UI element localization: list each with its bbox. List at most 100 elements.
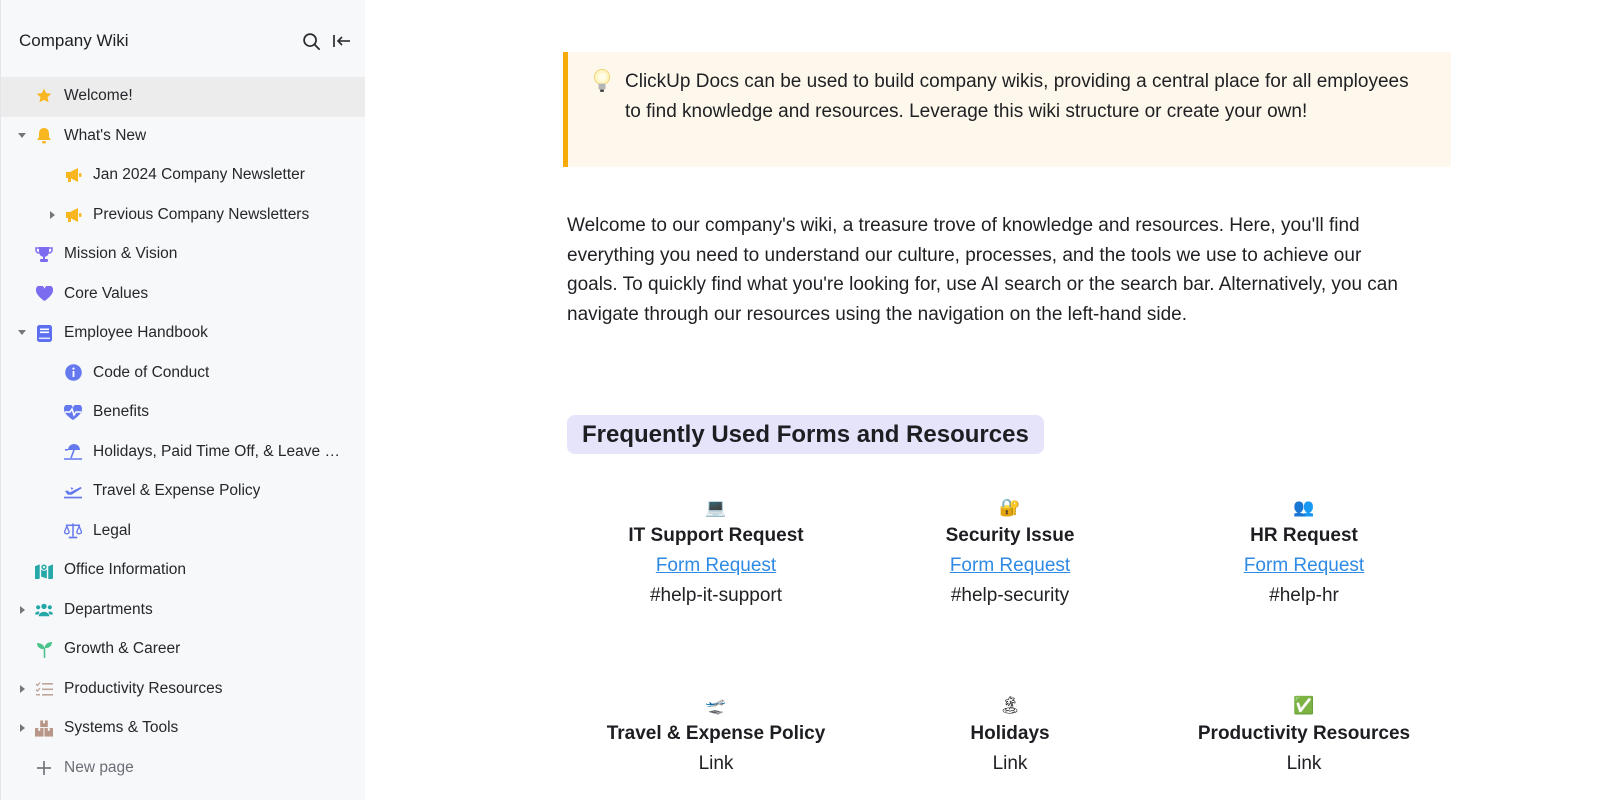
trophy-icon bbox=[35, 245, 53, 263]
sidebar-item-label: Departments bbox=[64, 600, 153, 618]
book-icon bbox=[35, 324, 53, 342]
bell-icon bbox=[35, 127, 53, 145]
sidebar-item-label: Code of Conduct bbox=[93, 363, 210, 381]
wiki-title: Company Wiki bbox=[19, 31, 129, 50]
chevron-right-icon[interactable] bbox=[20, 724, 25, 732]
sidebar-item-label: Mission & Vision bbox=[64, 245, 178, 262]
sidebar-item-label: Growth & Career bbox=[64, 640, 181, 657]
chevron-right-icon[interactable] bbox=[20, 684, 25, 693]
chevron-right-icon[interactable] bbox=[50, 210, 55, 219]
sidebar-header: Company Wiki bbox=[1, 0, 365, 76]
laptop-icon: 💻 bbox=[705, 498, 727, 517]
lightbulb-icon bbox=[591, 68, 613, 94]
airplane-icon bbox=[64, 482, 82, 500]
sidebar-item-office-information[interactable]: Office Information bbox=[1, 551, 365, 591]
heartbeat-icon bbox=[64, 403, 82, 421]
chevron-down-icon[interactable] bbox=[18, 132, 26, 138]
star-icon bbox=[35, 87, 53, 105]
sidebar-item-systems-tools[interactable]: Systems & Tools bbox=[1, 709, 365, 749]
sidebar-item-label: Welcome! bbox=[64, 87, 133, 104]
plus-icon bbox=[35, 759, 53, 777]
checklist-icon bbox=[35, 680, 53, 698]
lock-key-icon: 🔐 bbox=[999, 498, 1021, 517]
collapse-sidebar-button[interactable] bbox=[331, 30, 353, 52]
megaphone-icon bbox=[64, 166, 82, 184]
sidebar-item-label: Legal bbox=[93, 521, 131, 539]
sidebar-item-benefits[interactable]: Benefits bbox=[1, 393, 365, 433]
island-icon: 🏝 bbox=[999, 696, 1021, 715]
chevron-down-icon[interactable] bbox=[18, 330, 26, 335]
beach-umbrella-icon bbox=[64, 443, 82, 461]
resource-title: Security Issue bbox=[945, 525, 1075, 546]
info-icon bbox=[64, 364, 82, 382]
sidebar-item-label: Benefits bbox=[93, 403, 150, 420]
form-request-link[interactable]: Form Request bbox=[1157, 551, 1451, 581]
document-body: ClickUp Docs can be used to build compan… bbox=[364, 0, 1600, 800]
chevron-right-icon[interactable] bbox=[20, 605, 25, 614]
heart-icon bbox=[35, 285, 53, 303]
map-icon bbox=[35, 561, 53, 579]
megaphone-icon bbox=[64, 206, 82, 224]
sidebar-item-label: Systems & Tools bbox=[64, 719, 179, 736]
sidebar-item-label: Travel & Expense Policy bbox=[93, 482, 261, 499]
resource-card: 🛫 Travel & Expense Policy Link bbox=[569, 695, 863, 779]
airplane-departure-icon: 🛫 bbox=[705, 696, 727, 715]
resource-link[interactable]: Link bbox=[1157, 749, 1451, 779]
resource-title: Productivity Resources bbox=[1197, 723, 1411, 744]
sidebar-item-label: Productivity Resources bbox=[64, 679, 223, 697]
sidebar-item-label: Jan 2024 Company Newsletter bbox=[93, 166, 305, 183]
collapse-sidebar-icon bbox=[333, 35, 350, 47]
callout-block: ClickUp Docs can be used to build compan… bbox=[563, 52, 1451, 167]
sidebar-item-whats-new[interactable]: What's New bbox=[1, 117, 365, 157]
resource-title: Travel & Expense Policy bbox=[606, 723, 826, 744]
resource-card: 👥 HR Request Form Request #help-hr bbox=[1157, 497, 1451, 611]
sidebar-item-core-values[interactable]: Core Values bbox=[1, 275, 365, 315]
sprout-icon bbox=[35, 640, 53, 658]
callout-text: ClickUp Docs can be used to build compan… bbox=[625, 71, 1409, 122]
sidebar-nav: Welcome! What's New Jan 2024 Company New… bbox=[1, 77, 365, 788]
sidebar-item-travel-expense[interactable]: Travel & Expense Policy bbox=[1, 472, 365, 512]
boxes-icon bbox=[35, 719, 53, 737]
sidebar: Company Wiki Welcome! What's New Jan 202… bbox=[0, 0, 365, 800]
sidebar-item-legal[interactable]: Legal bbox=[1, 512, 365, 552]
sidebar-item-mission-vision[interactable]: Mission & Vision bbox=[1, 235, 365, 275]
users-icon bbox=[35, 601, 53, 619]
sidebar-item-departments[interactable]: Departments bbox=[1, 591, 365, 631]
new-page-label: New page bbox=[64, 758, 134, 776]
resource-title: HR Request bbox=[1250, 525, 1358, 546]
sidebar-item-welcome[interactable]: Welcome! bbox=[1, 77, 365, 117]
new-page-button[interactable]: New page bbox=[1, 749, 365, 789]
resource-link[interactable]: Link bbox=[863, 749, 1157, 779]
form-request-link[interactable]: Form Request bbox=[863, 551, 1157, 581]
sidebar-item-productivity-resources[interactable]: Productivity Resources bbox=[1, 670, 365, 710]
sidebar-item-label: What's New bbox=[64, 126, 147, 144]
channel-tag: #help-it-support bbox=[649, 585, 783, 606]
sidebar-item-code-of-conduct[interactable]: Code of Conduct bbox=[1, 354, 365, 394]
resource-card: 🔐 Security Issue Form Request #help-secu… bbox=[863, 497, 1157, 611]
sidebar-item-holidays-pto[interactable]: Holidays, Paid Time Off, & Leave Policy bbox=[1, 433, 365, 473]
intro-paragraph: Welcome to our company's wiki, a treasur… bbox=[567, 215, 1398, 325]
sidebar-item-label: Office Information bbox=[64, 561, 187, 578]
sidebar-item-label: Core Values bbox=[64, 284, 149, 302]
resource-card: 🏝 Holidays Link bbox=[863, 695, 1157, 779]
channel-tag: #help-hr bbox=[1269, 585, 1339, 606]
sidebar-item-growth-career[interactable]: Growth & Career bbox=[1, 630, 365, 670]
resource-card: 💻 IT Support Request Form Request #help-… bbox=[569, 497, 863, 611]
resource-title: IT Support Request bbox=[628, 525, 804, 546]
check-mark-icon: ✅ bbox=[1293, 696, 1315, 715]
sidebar-item-previous-newsletters[interactable]: Previous Company Newsletters bbox=[1, 196, 365, 236]
search-button[interactable] bbox=[300, 30, 322, 52]
people-icon: 👥 bbox=[1293, 498, 1315, 517]
sidebar-item-employee-handbook[interactable]: Employee Handbook bbox=[1, 314, 365, 354]
resource-title: Holidays bbox=[970, 723, 1050, 744]
section-heading: Frequently Used Forms and Resources bbox=[567, 415, 1044, 454]
form-request-link[interactable]: Form Request bbox=[569, 551, 863, 581]
sidebar-item-label: Employee Handbook bbox=[64, 324, 208, 341]
sidebar-item-label: Holidays, Paid Time Off, & Leave Policy bbox=[93, 442, 349, 460]
scale-icon bbox=[64, 522, 82, 540]
resource-link[interactable]: Link bbox=[569, 749, 863, 779]
channel-tag: #help-security bbox=[950, 585, 1070, 606]
sidebar-item-jan-2024-newsletter[interactable]: Jan 2024 Company Newsletter bbox=[1, 156, 365, 196]
resource-card: ✅ Productivity Resources Link bbox=[1157, 695, 1451, 779]
sidebar-item-label: Previous Company Newsletters bbox=[93, 205, 310, 223]
